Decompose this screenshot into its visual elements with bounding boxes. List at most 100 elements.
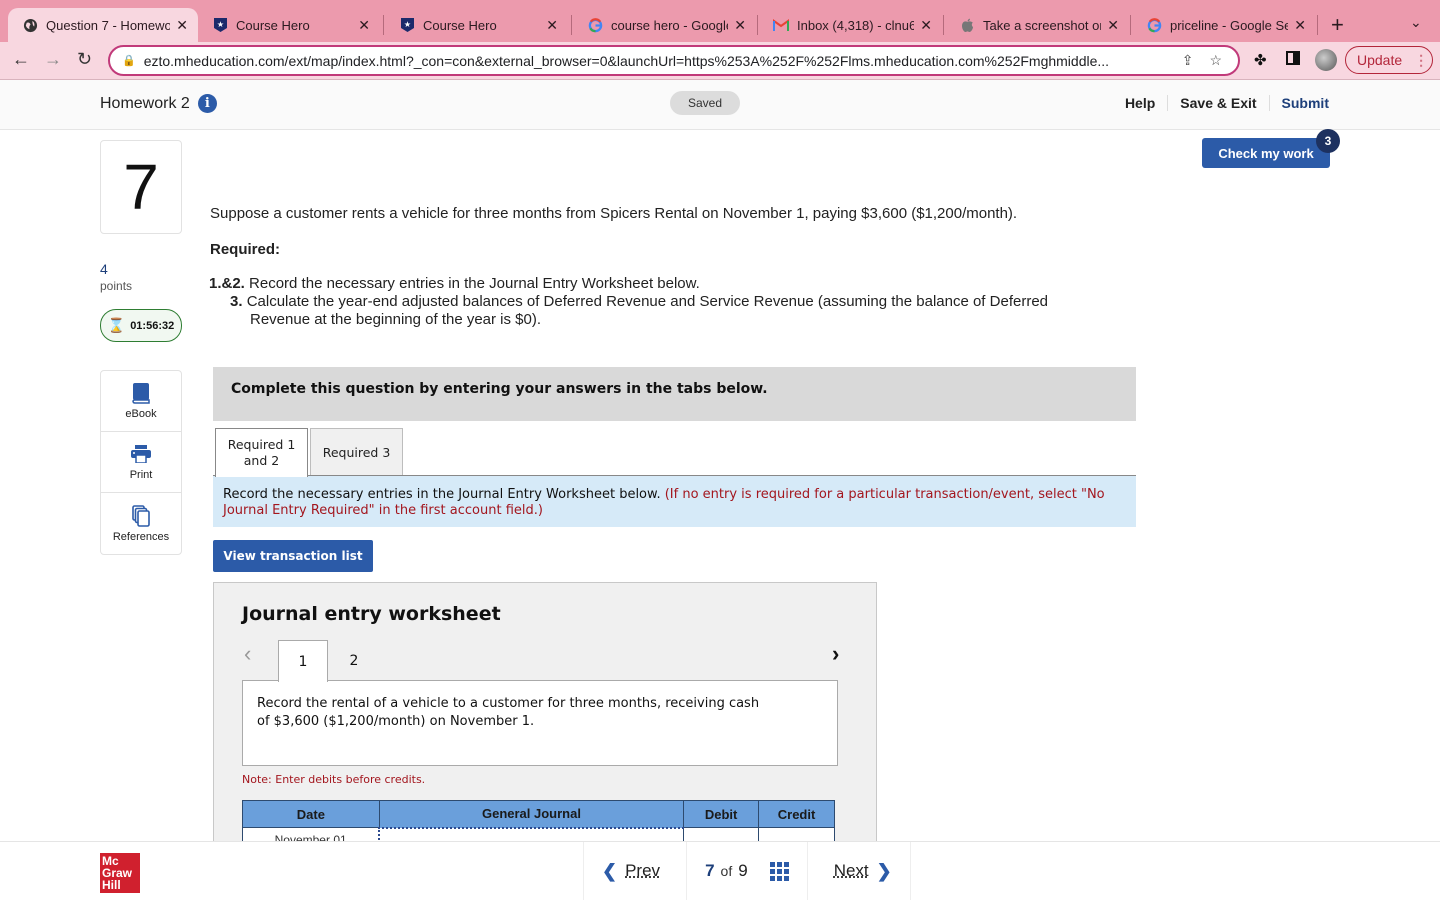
tab-title: Course Hero — [423, 17, 497, 33]
requirement-1-2: 1.&2. Record the necessary entries in th… — [209, 275, 700, 293]
complete-question-banner: Complete this question by entering your … — [213, 367, 1136, 421]
chevron-right-icon[interactable]: › — [832, 641, 839, 667]
chevron-left-icon[interactable]: ‹ — [244, 641, 251, 667]
save-exit-link[interactable]: Save & Exit — [1168, 95, 1270, 111]
kebab-menu-icon[interactable]: ⋮ — [1414, 52, 1428, 69]
tab-required-1-and-2[interactable]: Required 1 and 2 — [215, 428, 308, 477]
references-button[interactable]: References — [101, 493, 181, 554]
svg-text:★: ★ — [216, 20, 223, 29]
worksheet-tab-1[interactable]: 1 — [278, 640, 328, 682]
next-button[interactable]: Next ❯ — [806, 842, 911, 900]
submit-link[interactable]: Submit — [1270, 95, 1329, 111]
tab-title: Inbox (4,318) - clnu6 — [797, 17, 915, 33]
print-icon — [130, 443, 152, 465]
print-label: Print — [129, 469, 153, 481]
question-pager: ❮ Prev 7 of 9 Next ❯ — [583, 842, 911, 900]
required-heading: Required: — [210, 241, 281, 258]
browser-toolbar: ← → ↻ 🔒 ezto.mheducation.com/ext/map/ind… — [0, 42, 1440, 80]
tab-title: priceline - Google Search — [1170, 17, 1289, 33]
credit-input[interactable] — [758, 827, 835, 842]
tab-separator — [1317, 15, 1318, 35]
side-panel-icon[interactable] — [1286, 51, 1300, 69]
browser-tab-google-course-hero[interactable]: course hero - Google Search ✕ — [573, 8, 756, 42]
ebook-label: eBook — [125, 408, 157, 420]
profile-avatar[interactable] — [1315, 49, 1337, 71]
description-line-2: of $3,600 ($1,200/month) on November 1. — [257, 714, 535, 729]
of-label: of — [720, 863, 733, 879]
current-page: 7 — [705, 861, 715, 880]
print-button[interactable]: Print — [101, 432, 181, 493]
address-bar[interactable]: 🔒 ezto.mheducation.com/ext/map/index.htm… — [108, 45, 1240, 76]
url-text[interactable]: ezto.mheducation.com/ext/map/index.html?… — [144, 53, 1182, 69]
prev-button[interactable]: ❮ Prev — [583, 842, 686, 900]
check-attempts-badge: 3 — [1316, 129, 1340, 153]
account-select[interactable] — [378, 826, 685, 842]
new-tab-button[interactable]: + — [1331, 12, 1344, 38]
check-my-work-button[interactable]: Check my work — [1202, 138, 1330, 168]
tab-label-line1: Required 1 — [227, 437, 296, 452]
close-tab-icon[interactable]: ✕ — [920, 17, 932, 34]
extensions-puzzle-icon[interactable]: ✤ — [1254, 51, 1267, 69]
instruction-text: Record the necessary entries in the Jour… — [223, 487, 661, 502]
browser-tab-strip: Question 7 - Homework 2 ✕ ★ Course Hero … — [0, 0, 1440, 42]
reload-icon[interactable]: ↻ — [77, 49, 92, 70]
column-credit: Credit — [758, 800, 835, 828]
update-label: Update — [1357, 52, 1403, 68]
close-tab-icon[interactable]: ✕ — [1294, 17, 1306, 34]
footer: Mc Graw Hill ❮ Prev 7 of 9 Next ❯ — [0, 841, 1440, 900]
tab-title: Take a screenshot on — [983, 17, 1102, 33]
points-label: points — [100, 279, 133, 293]
close-tab-icon[interactable]: ✕ — [358, 17, 370, 34]
ebook-icon — [132, 382, 150, 404]
browser-tab-gmail[interactable]: Inbox (4,318) - clnu6 ✕ — [759, 8, 942, 42]
requirement-3-continued: Revenue at the beginning of the year is … — [250, 311, 542, 328]
chevron-left-icon: ❮ — [602, 860, 618, 881]
google-icon — [587, 17, 603, 33]
course-hero-icon: ★ — [399, 17, 415, 33]
close-tab-icon[interactable]: ✕ — [176, 17, 188, 34]
question-number: 7 — [100, 140, 182, 234]
lock-icon: 🔒 — [122, 55, 136, 67]
table-row: November 01 — [242, 826, 835, 842]
update-button[interactable]: Update ⋮ — [1345, 46, 1433, 74]
info-icon[interactable]: i — [197, 94, 217, 113]
tab-required-3[interactable]: Required 3 — [310, 428, 403, 476]
close-tab-icon[interactable]: ✕ — [546, 17, 558, 34]
grid-icon[interactable] — [769, 861, 789, 881]
google-icon — [1146, 17, 1162, 33]
journal-table-header: Date General Journal Debit Credit — [242, 800, 835, 828]
prev-label: Prev — [625, 861, 661, 880]
view-transaction-list-button[interactable]: View transaction list — [213, 540, 373, 572]
globe-icon — [22, 17, 38, 33]
tab-separator — [757, 15, 758, 35]
tab-title: Question 7 - Homework 2 — [46, 17, 171, 33]
column-general-journal: General Journal — [378, 800, 685, 828]
browser-tab-course-hero-2[interactable]: ★ Course Hero ✕ — [385, 8, 568, 42]
svg-text:★: ★ — [403, 20, 410, 29]
tab-search-chevron-icon[interactable]: ⌄ — [1410, 14, 1422, 31]
forward-arrow-icon[interactable]: → — [44, 49, 62, 70]
close-tab-icon[interactable]: ✕ — [734, 17, 746, 34]
help-link[interactable]: Help — [1113, 95, 1169, 111]
back-arrow-icon[interactable]: ← — [12, 49, 30, 70]
points-value: 4 — [100, 261, 108, 277]
date-cell[interactable]: November 01 — [242, 827, 380, 842]
bookmark-star-icon[interactable]: ☆ — [1209, 52, 1222, 69]
requirement-number: 3. — [230, 293, 243, 310]
tab-separator — [383, 15, 384, 35]
worksheet-tab-2[interactable]: 2 — [329, 640, 379, 681]
browser-tab-question-7[interactable]: Question 7 - Homework 2 ✕ — [8, 8, 198, 42]
page-indicator[interactable]: 7 of 9 — [686, 842, 807, 900]
next-label: Next — [833, 861, 869, 880]
close-tab-icon[interactable]: ✕ — [1107, 17, 1119, 34]
tab-separator — [1130, 15, 1131, 35]
saved-status-badge: Saved — [670, 91, 740, 115]
journal-entry-worksheet: Journal entry worksheet ‹ 1 2 › Record t… — [213, 582, 877, 842]
browser-tab-priceline[interactable]: priceline - Google Search ✕ — [1132, 8, 1316, 42]
browser-tab-screenshot[interactable]: Take a screenshot on ✕ — [945, 8, 1129, 42]
debit-input[interactable] — [683, 827, 760, 842]
references-label: References — [112, 530, 170, 543]
share-icon[interactable]: ⇪ — [1182, 52, 1194, 69]
ebook-button[interactable]: eBook — [101, 371, 181, 432]
browser-tab-course-hero-1[interactable]: ★ Course Hero ✕ — [198, 8, 380, 42]
